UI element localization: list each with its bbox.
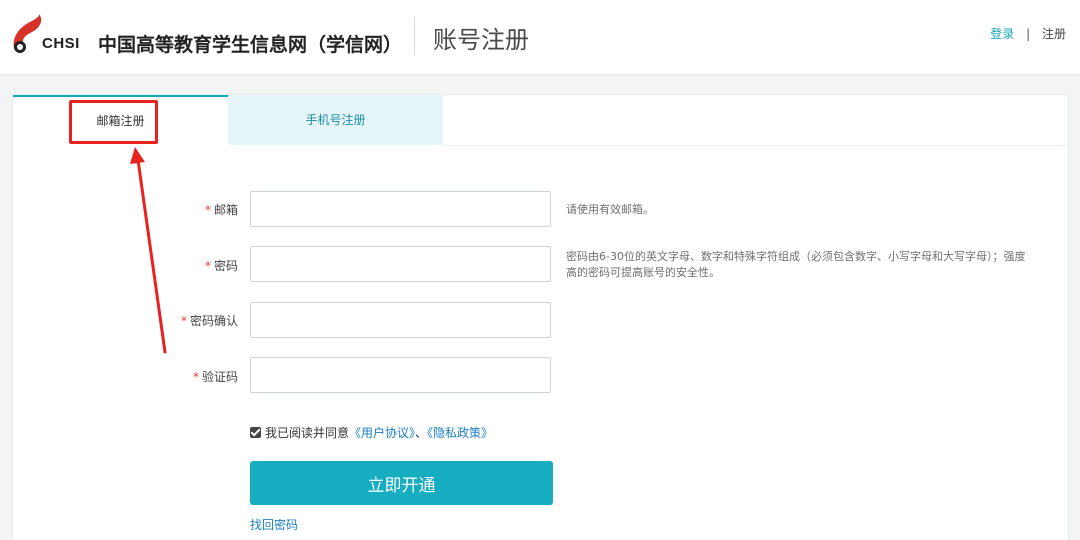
- password-hint: 密码由6-30位的英文字母、数字和特殊字符组成（必须包含数字、小写字母和大写字母…: [566, 250, 1026, 279]
- login-link[interactable]: 登录: [990, 27, 1014, 41]
- user-agreement-link[interactable]: 《用户协议》: [349, 426, 415, 440]
- required-mark: *: [204, 259, 211, 273]
- password-confirm-label: * 密码确认: [128, 312, 238, 329]
- agreement-checkbox[interactable]: [250, 427, 261, 438]
- password-confirm-label-text: 密码确认: [189, 314, 238, 328]
- required-mark: *: [192, 370, 199, 384]
- agreement-text: 我已阅读并同意: [265, 426, 350, 440]
- site-header: CHSI 中国高等教育学生信息网（学信网） 账号注册 登录 | 注册: [0, 0, 1080, 75]
- logo-text: CHSI: [42, 35, 80, 52]
- required-mark: *: [204, 203, 211, 217]
- email-label: * 邮箱: [128, 201, 238, 218]
- page-title: 账号注册: [433, 26, 529, 54]
- password-confirm-input[interactable]: [250, 302, 551, 338]
- site-name[interactable]: 中国高等教育学生信息网（学信网）: [98, 30, 402, 57]
- email-hint: 请使用有效邮箱。: [566, 203, 654, 216]
- captcha-label-text: 验证码: [201, 370, 238, 384]
- top-links-separator: |: [1026, 27, 1031, 41]
- captcha-label: * 验证码: [128, 368, 238, 385]
- submit-button[interactable]: 立即开通: [250, 461, 553, 505]
- top-links: 登录 | 注册: [990, 25, 1066, 42]
- email-input[interactable]: [250, 191, 551, 227]
- privacy-policy-link[interactable]: 《隐私政策》: [427, 426, 493, 440]
- password-input[interactable]: [250, 246, 551, 282]
- agreement-row: 我已阅读并同意《用户协议》、《隐私政策》: [250, 424, 493, 441]
- annotation-highlight-box: [69, 100, 158, 144]
- register-link[interactable]: 注册: [1042, 27, 1066, 41]
- required-mark: *: [180, 314, 187, 328]
- agreement-separator: 、: [415, 426, 428, 440]
- forgot-password-link[interactable]: 找回密码: [250, 516, 298, 533]
- password-label: * 密码: [128, 257, 238, 274]
- tab-strip: [443, 95, 1067, 146]
- email-label-text: 邮箱: [213, 203, 238, 217]
- password-label-text: 密码: [213, 259, 238, 273]
- header-divider: [414, 17, 415, 55]
- tab-phone-register[interactable]: 手机号注册: [228, 95, 443, 145]
- captcha-input[interactable]: [250, 357, 551, 393]
